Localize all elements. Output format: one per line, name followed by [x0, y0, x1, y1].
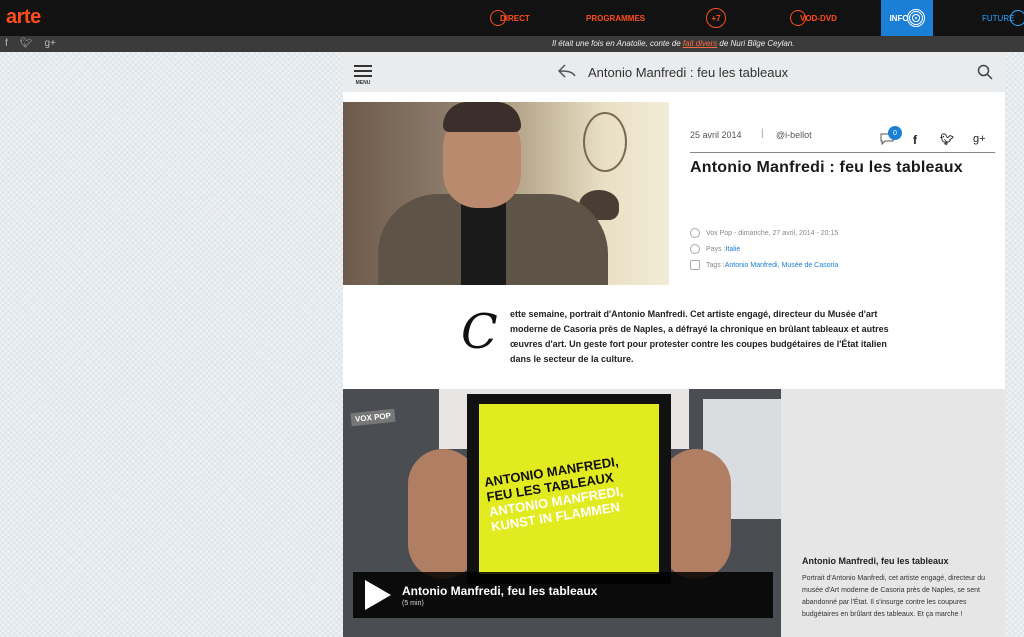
country-label: Pays :: [706, 245, 726, 253]
divider: [690, 152, 995, 153]
facebook-share-icon[interactable]: f: [913, 133, 917, 147]
meta-broadcast: Vox Pop - dimanche, 27 avril, 2014 - 20:…: [690, 228, 838, 238]
poster-text: ANTONIO MANFREDI, FEU LES TABLEAUX ANTON…: [483, 453, 625, 535]
googleplus-icon[interactable]: g+: [44, 38, 55, 49]
video-title: Antonio Manfredi, feu les tableaux: [402, 584, 598, 598]
menu-button[interactable]: MENU: [354, 65, 372, 86]
meta-tags: Tags : Antonio Manfredi, Musée de Casori…: [690, 260, 838, 270]
nav-info[interactable]: INFO: [881, 0, 933, 36]
social-links: f 🐦︎ g+: [5, 38, 56, 49]
broadcast-text: Vox Pop - dimanche, 27 avril, 2014 - 20:…: [706, 229, 839, 237]
ticker-suffix: de Nuri Bilge Ceylan.: [717, 39, 795, 48]
ticker-prefix: Il était une fois en Anatolie, conte de: [552, 39, 683, 48]
article-title: Antonio Manfredi : feu les tableaux: [690, 159, 963, 176]
video-side-title: Antonio Manfredi, feu les tableaux: [802, 556, 949, 566]
meta-country: Pays : Italie: [690, 244, 740, 254]
facebook-icon[interactable]: f: [5, 38, 8, 49]
googleplus-share-icon[interactable]: g+: [973, 133, 986, 145]
video-player[interactable]: ANTONIO MANFREDI, FEU LES TABLEAUX ANTON…: [343, 389, 781, 637]
nav-programmes-label: PROGRAMMES: [586, 13, 646, 23]
direct-icon: [490, 10, 506, 26]
top-navigation: arte DIRECT PROGRAMMES +7 VOD-DVD INFO F…: [0, 0, 1024, 36]
play-icon[interactable]: [365, 580, 391, 610]
nav-plus7[interactable]: +7: [706, 0, 726, 36]
sub-bar: f 🐦︎ g+ Il était une fois en Anatolie, c…: [0, 36, 1024, 52]
nav-info-label: INFO: [889, 13, 909, 23]
menu-label: MENU: [355, 80, 371, 86]
nav-plus7-label: +7: [711, 13, 721, 23]
video-side-text: Portrait d'Antonio Manfredi, cet artiste…: [802, 575, 986, 618]
nav-future[interactable]: FUTURE: [982, 0, 1024, 36]
future-icon: [1010, 10, 1024, 26]
country-link[interactable]: Italie: [725, 246, 740, 253]
arte-logo[interactable]: arte: [6, 6, 41, 29]
dropcap: C: [461, 304, 498, 360]
tag-icon: [690, 260, 700, 270]
back-arrow-icon[interactable]: [558, 64, 576, 78]
tags-links[interactable]: Antonio Manfredi, Musée de Casoria: [725, 262, 839, 269]
video-duration: (5 min): [402, 600, 424, 607]
header-title: Antonio Manfredi : feu les tableaux: [588, 65, 789, 80]
nav-programmes[interactable]: PROGRAMMES: [586, 0, 645, 36]
article-author[interactable]: @i-bellot: [776, 130, 812, 140]
ticker-link[interactable]: fait divers: [683, 39, 717, 48]
hero-image: [343, 102, 669, 285]
nav-direct[interactable]: DIRECT: [490, 0, 530, 36]
comment-count-badge: 0: [888, 126, 902, 140]
separator: |: [761, 128, 764, 139]
tags-label: Tags :: [706, 261, 725, 269]
search-icon[interactable]: [977, 64, 993, 80]
info-icon: [906, 9, 925, 27]
article-date: 25 avril 2014: [690, 130, 742, 140]
article-header: MENU Antonio Manfredi : feu les tableaux: [343, 52, 1005, 92]
news-ticker: Il était une fois en Anatolie, conte de …: [552, 39, 795, 48]
nav-vod-dvd[interactable]: VOD-DVD: [790, 0, 837, 36]
twitter-share-icon[interactable]: 🐦︎: [940, 133, 954, 146]
twitter-icon[interactable]: 🐦︎: [20, 38, 33, 49]
poster-frame: ANTONIO MANFREDI, FEU LES TABLEAUX ANTON…: [467, 394, 671, 584]
plus7-icon: +7: [706, 8, 726, 28]
article-intro: ette semaine, portrait d'Antonio Manfred…: [510, 309, 889, 364]
video-title-bar[interactable]: Antonio Manfredi, feu les tableaux (5 mi…: [353, 572, 773, 618]
globe-icon: [690, 244, 700, 254]
voxpop-badge: VOX POP: [350, 408, 396, 427]
article: 25 avril 2014 | @i-bellot 0 f 🐦︎ g+ Anto…: [343, 92, 1005, 389]
clock-icon: [690, 228, 700, 238]
video-description-panel: Antonio Manfredi, feu les tableaux Portr…: [781, 389, 1005, 637]
vod-icon: [790, 10, 806, 26]
